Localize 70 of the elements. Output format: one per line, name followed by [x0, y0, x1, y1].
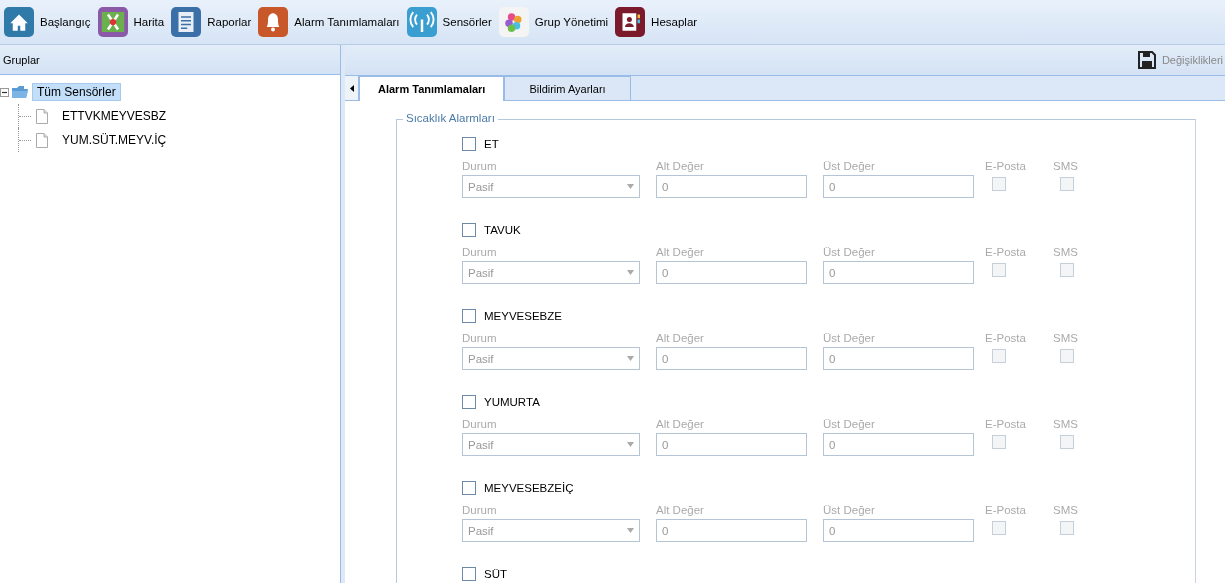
field-label: Durum	[462, 418, 498, 430]
alarm-name: MEYVESEBZEİÇ	[484, 482, 574, 494]
tree-item[interactable]: ETTVKMEYVESBZ	[58, 108, 171, 124]
toolbar-button[interactable]: Başlangıç	[3, 2, 97, 42]
toolbar-button[interactable]: Raporlar	[170, 2, 258, 42]
toolbar-button[interactable]: Hesaplar	[614, 2, 704, 42]
field-label: Üst Değer	[823, 418, 876, 430]
toolbar-button[interactable]: Alarm Tanımlamaları	[257, 2, 406, 42]
toolbar-button[interactable]: Grup Yönetimi	[497, 2, 615, 42]
checkbox[interactable]	[462, 309, 476, 323]
field-label: Durum	[462, 504, 498, 516]
field-label: Durum	[462, 160, 498, 172]
field-label: SMS	[1053, 418, 1079, 430]
tab[interactable]: Alarm Tanımlamaları	[359, 76, 505, 101]
scroll-left-button[interactable]	[345, 76, 359, 100]
field-label: Üst Değer	[823, 246, 876, 258]
save-button[interactable]: Değişiklikleri	[1137, 51, 1225, 69]
field-label: Üst Değer	[823, 160, 876, 172]
field-label: E-Posta	[985, 418, 1027, 430]
checkbox[interactable]	[462, 481, 476, 495]
tree-item[interactable]: YUM.SÜT.MEYV.İÇ	[58, 132, 171, 148]
antenna-icon	[406, 7, 437, 37]
field-label: Alt Değer	[656, 246, 705, 258]
alarm-name: ET	[484, 138, 499, 150]
checkbox[interactable]	[462, 395, 476, 409]
field-label: Durum	[462, 246, 498, 258]
file-icon	[36, 108, 48, 124]
alarm-name: SÜT	[484, 568, 507, 580]
dropdown-caret-icon	[627, 442, 634, 447]
field-label: Durum	[462, 332, 498, 344]
dropdown-caret-icon	[627, 528, 634, 533]
panel-title: Gruplar	[3, 53, 40, 66]
field-label: SMS	[1053, 332, 1079, 344]
left-arrow-icon	[349, 84, 354, 92]
file-icon	[36, 132, 48, 148]
dropdown-caret-icon	[627, 270, 634, 275]
toolbar-button[interactable]: Harita	[96, 2, 171, 42]
checkbox[interactable]	[462, 137, 476, 151]
colored-dots-icon	[498, 7, 529, 37]
toolbar-button[interactable]: Sensörler	[405, 2, 498, 42]
tree-item[interactable]: Tüm Sensörler	[32, 83, 121, 101]
field-label: SMS	[1053, 246, 1079, 258]
checkbox[interactable]	[462, 567, 476, 581]
field-label: Üst Değer	[823, 504, 876, 516]
collapse-icon[interactable]	[0, 87, 9, 97]
alarm-name: MEYVESEBZE	[484, 310, 562, 322]
dropdown-caret-icon	[627, 356, 634, 361]
field-label: SMS	[1053, 504, 1079, 516]
fieldset-legend: Sıcaklık Alarmları	[403, 112, 498, 124]
document-icon	[171, 7, 202, 37]
house-icon	[4, 7, 34, 37]
dropdown-caret-icon	[627, 184, 634, 189]
field-label: Üst Değer	[823, 332, 876, 344]
field-label: Alt Değer	[656, 504, 705, 516]
field-label: SMS	[1053, 160, 1079, 172]
field-label: E-Posta	[985, 160, 1027, 172]
field-label: E-Posta	[985, 504, 1027, 516]
checkbox[interactable]	[462, 223, 476, 237]
bell-icon	[258, 7, 289, 37]
map-icon	[97, 7, 128, 37]
alarm-name: YUMURTA	[484, 396, 540, 408]
field-label: Alt Değer	[656, 332, 705, 344]
field-label: E-Posta	[985, 332, 1027, 344]
folder-icon	[11, 85, 29, 99]
field-label: Alt Değer	[656, 160, 705, 172]
field-label: Alt Değer	[656, 418, 705, 430]
field-label: E-Posta	[985, 246, 1027, 258]
contact-book-icon	[615, 7, 646, 37]
tab[interactable]: Bildirim Ayarları	[504, 76, 631, 100]
alarm-name: TAVUK	[484, 224, 521, 236]
